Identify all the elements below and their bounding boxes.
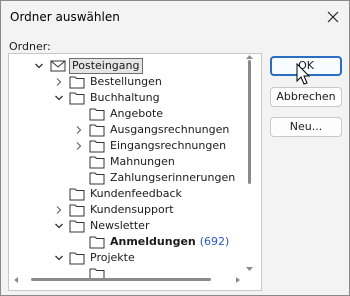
folder-icon (89, 236, 105, 249)
tree-item-label: Zahlungserinnerungen (110, 171, 236, 184)
tree-item-angebote[interactable]: Angebote (9, 106, 249, 122)
folder-label: Ordner: (9, 40, 51, 53)
tree-item-label: Newsletter (90, 219, 150, 232)
tree-item-label: Kundensupport (90, 203, 174, 216)
tree-item-eingangsrechnungen[interactable]: Eingangsrechnungen (9, 138, 249, 154)
tree-item-label-group: Anmeldungen (692) (108, 234, 231, 250)
folder-icon (69, 92, 85, 105)
chevron-right-icon[interactable] (74, 125, 84, 135)
chevron-down-icon[interactable] (54, 253, 64, 263)
tree-item-label: Eingangsrechnungen (110, 139, 227, 152)
tree-item-posteingang[interactable]: Posteingang (9, 58, 249, 74)
tree-item-kundensupport[interactable]: Kundensupport (9, 202, 249, 218)
chevron-right-icon[interactable] (54, 77, 64, 87)
folder-icon (89, 140, 105, 153)
chevron-down-icon[interactable] (34, 61, 44, 71)
chevron-right-icon[interactable] (74, 141, 84, 151)
select-folder-dialog: Ordner auswählen Ordner: Posteingang Bes… (0, 0, 350, 296)
unread-count: (692) (199, 235, 230, 248)
vertical-scrollbar-thumb[interactable] (248, 60, 251, 184)
tree-item-label: Kundenfeedback (90, 187, 182, 200)
tree-item-label: Projekte (90, 251, 135, 264)
window-title: Ordner auswählen (10, 10, 120, 24)
chevron-right-icon[interactable] (54, 205, 64, 215)
folder-icon (89, 108, 105, 121)
tree-item-zahlungserinnerungen[interactable]: Zahlungserinnerungen (9, 170, 249, 186)
chevron-down-icon[interactable] (54, 93, 64, 103)
tree-item-newsletter[interactable]: Newsletter (9, 218, 249, 234)
folder-tree[interactable]: Posteingang Bestellungen Buchhaltung Ang… (8, 53, 262, 291)
inbox-icon (50, 60, 66, 72)
tree-item-bestellungen[interactable]: Bestellungen (9, 74, 249, 90)
folder-icon (69, 220, 85, 233)
folder-icon (89, 172, 105, 185)
scroll-right-arrow-icon[interactable] (235, 276, 241, 284)
mouse-cursor-icon (296, 63, 311, 85)
scroll-down-arrow-icon[interactable] (245, 266, 254, 272)
scroll-left-arrow-icon[interactable] (13, 276, 19, 284)
tree-item-projekte[interactable]: Projekte (9, 250, 249, 266)
new-folder-button[interactable]: Neu... (270, 117, 342, 137)
tree-item-label: Posteingang (69, 58, 143, 74)
folder-icon (69, 188, 85, 201)
tree-item-kundenfeedback[interactable]: Kundenfeedback (9, 186, 249, 202)
cancel-button[interactable]: Abbrechen (270, 87, 342, 107)
tree-item-label: Mahnungen (110, 155, 175, 168)
folder-icon (69, 252, 85, 265)
folder-icon (89, 124, 105, 137)
tree-item-label: Bestellungen (90, 75, 162, 88)
tree-item-label: Buchhaltung (90, 91, 160, 104)
close-icon (327, 11, 339, 23)
tree-item-label: Angebote (110, 107, 164, 120)
close-button[interactable] (319, 4, 347, 30)
tree-item-ausgangsrechnungen[interactable]: Ausgangsrechnungen (9, 122, 249, 138)
tree-item-label: Anmeldungen (110, 235, 196, 248)
tree-item-buchhaltung[interactable]: Buchhaltung (9, 90, 249, 106)
tree-item-label: Ausgangsrechnungen (110, 123, 230, 136)
folder-icon (89, 156, 105, 169)
tree-item-anmeldungen[interactable]: Anmeldungen (692) (9, 234, 249, 250)
folder-icon (69, 204, 85, 217)
chevron-down-icon[interactable] (54, 221, 64, 231)
horizontal-scrollbar-thumb[interactable] (31, 278, 211, 281)
folder-icon (69, 76, 85, 89)
tree-item-mahnungen[interactable]: Mahnungen (9, 154, 249, 170)
